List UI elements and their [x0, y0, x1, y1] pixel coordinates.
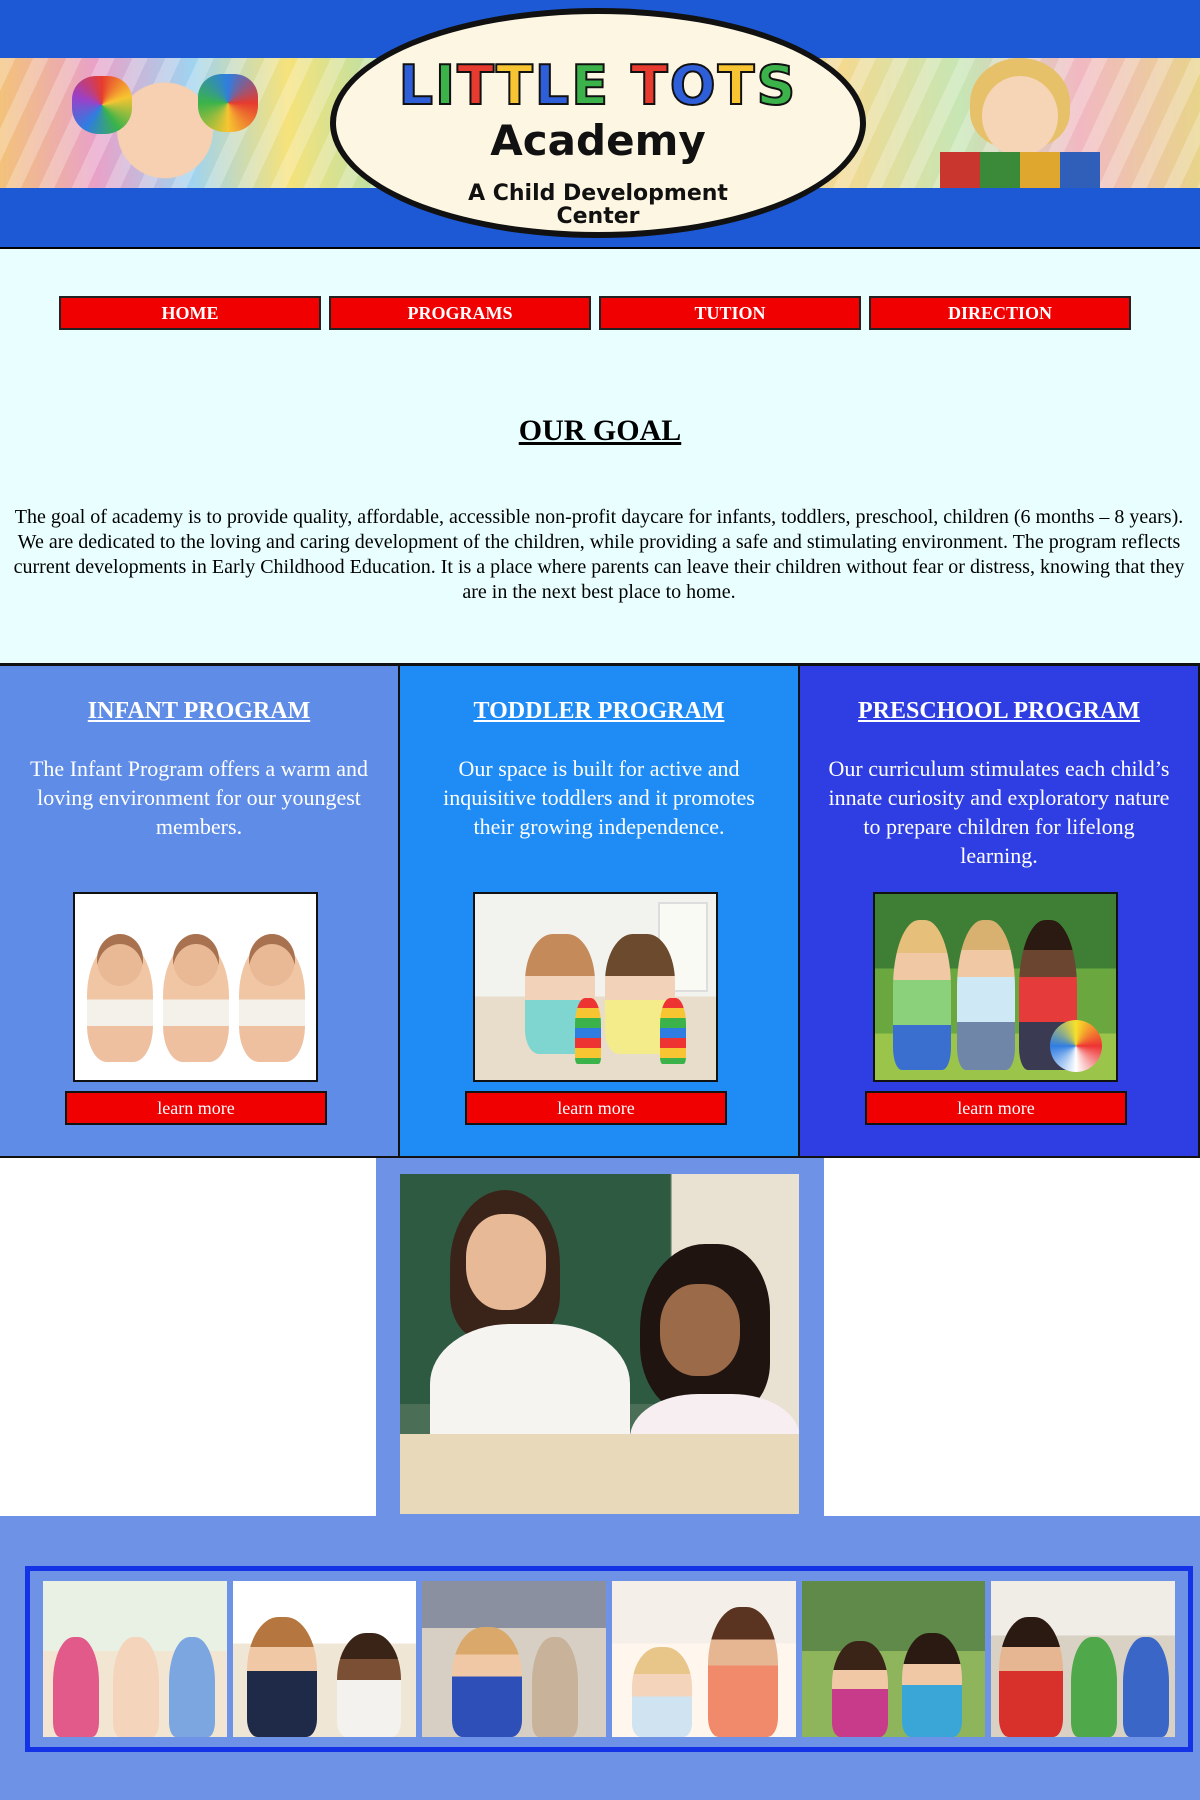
gallery-photo-baking[interactable]	[232, 1581, 417, 1737]
preschool-photo	[873, 892, 1118, 1082]
program-title[interactable]: TODDLER PROGRAM	[400, 698, 798, 725]
program-description: The Infant Program offers a warm and lov…	[29, 756, 369, 839]
painted-hand-icon	[72, 76, 132, 134]
logo-title: LITTLE TOTS	[398, 53, 798, 118]
site-logo[interactable]: LITTLE TOTS Academy A Child Development …	[330, 8, 866, 238]
programs-row: INFANT PROGRAM The Infant Program offers…	[0, 663, 1200, 1158]
photo-gallery	[25, 1566, 1193, 1752]
logo-subtitle: Academy	[490, 116, 706, 165]
program-title[interactable]: PRESCHOOL PROGRAM	[800, 698, 1198, 725]
toddler-photo	[473, 892, 718, 1082]
gallery-photo-ride-on-toy[interactable]	[422, 1581, 607, 1737]
header-banner: LITTLE TOTS Academy A Child Development …	[0, 0, 1200, 249]
goal-section: HOME PROGRAMS TUTION DIRECTION OUR GOAL …	[0, 249, 1200, 663]
learn-more-button[interactable]: learn more	[865, 1091, 1127, 1125]
main-nav: HOME PROGRAMS TUTION DIRECTION	[59, 296, 1135, 330]
nav-tuition-button[interactable]: TUTION	[599, 296, 861, 330]
program-title[interactable]: INFANT PROGRAM	[0, 698, 398, 725]
nav-programs-button[interactable]: PROGRAMS	[329, 296, 591, 330]
painted-hand-icon	[198, 74, 258, 132]
program-description: Our space is built for active and inquis…	[443, 756, 755, 839]
logo-tagline: A Child Development Center	[468, 181, 728, 229]
infant-program-card: INFANT PROGRAM The Infant Program offers…	[0, 666, 400, 1156]
nav-direction-button[interactable]: DIRECTION	[869, 296, 1131, 330]
nav-home-button[interactable]: HOME	[59, 296, 321, 330]
goal-text: The goal of academy is to provide qualit…	[13, 506, 1185, 603]
preschool-program-card: PRESCHOOL PROGRAM Our curriculum stimula…	[800, 666, 1200, 1156]
program-description: Our curriculum stimulates each child’s i…	[828, 756, 1170, 868]
gallery-photo-classroom-table[interactable]	[43, 1581, 227, 1737]
toddler-program-card: TODDLER PROGRAM Our space is built for a…	[400, 666, 800, 1156]
learn-more-button[interactable]: learn more	[65, 1091, 327, 1125]
learn-more-button[interactable]: learn more	[465, 1091, 727, 1125]
teacher-photo-frame	[376, 1158, 824, 1516]
teacher-and-child-photo	[400, 1174, 799, 1514]
gallery-photo-music-class[interactable]	[991, 1581, 1176, 1737]
gallery-photo-teacher-reading[interactable]	[612, 1581, 796, 1737]
infant-photo	[73, 892, 318, 1082]
gallery-photo-swings[interactable]	[801, 1581, 986, 1737]
goal-title: OUR GOAL	[518, 414, 682, 447]
painted-hands-child-photo	[70, 60, 260, 188]
smiling-girl-photo	[930, 58, 1110, 188]
